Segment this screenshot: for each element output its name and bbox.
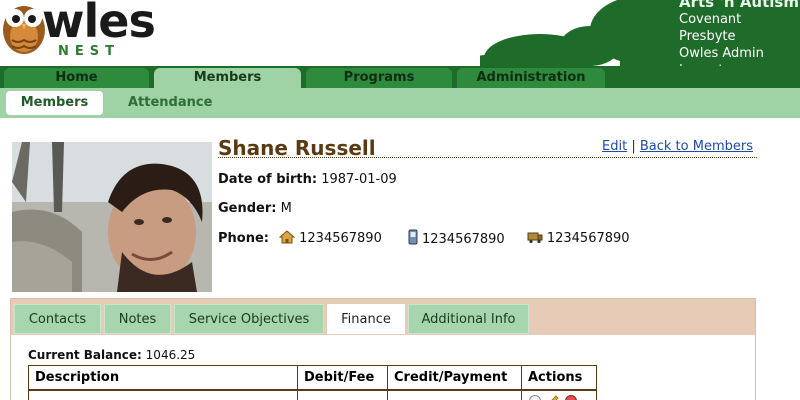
home-phone: 1234567890 bbox=[278, 230, 382, 246]
member-photo bbox=[12, 142, 212, 292]
tab-notes[interactable]: Notes bbox=[104, 304, 171, 334]
logo-subtext: NEST bbox=[58, 44, 120, 59]
table-cell bbox=[297, 389, 388, 400]
work-phone-icon bbox=[527, 232, 543, 244]
mobile-phone-icon bbox=[408, 229, 418, 245]
phone-field: Phone: 1234567890 1234567890 1234567890 bbox=[218, 229, 644, 247]
panel-tab-bar: Contacts Notes Service Objectives Financ… bbox=[11, 299, 755, 335]
owles-nest-logo[interactable]: wles NEST bbox=[0, 0, 170, 64]
home-phone-number: 1234567890 bbox=[299, 231, 382, 246]
header: wles NEST Arts 'n Autism Covenant Presby… bbox=[0, 0, 800, 78]
phone-label: Phone: bbox=[218, 230, 269, 246]
gender-label: Gender: bbox=[218, 201, 277, 216]
back-to-members-link[interactable]: Back to Members bbox=[640, 139, 753, 154]
balance-label: Current Balance: bbox=[28, 348, 142, 362]
organization-name: Arts 'n Autism bbox=[679, 0, 799, 11]
main-tab-programs[interactable]: Programs bbox=[306, 68, 452, 88]
main-nav: Home Members Programs Administration bbox=[0, 66, 800, 88]
gender-value: M bbox=[280, 201, 292, 216]
sub-tab-attendance[interactable]: Attendance bbox=[128, 91, 212, 115]
sub-nav: Members Attendance bbox=[0, 88, 800, 118]
table-cell bbox=[28, 389, 298, 400]
logo-text: wles bbox=[42, 0, 156, 48]
dob-field: Date of birth: 1987-01-09 bbox=[218, 172, 397, 187]
dob-label: Date of birth: bbox=[218, 172, 318, 187]
table-row bbox=[28, 389, 597, 400]
column-header-debit-fee: Debit/Fee bbox=[297, 365, 388, 391]
sub-tab-members[interactable]: Members bbox=[6, 91, 103, 115]
name-divider bbox=[218, 157, 757, 158]
user-name: Owles Admin bbox=[679, 46, 764, 61]
gender-field: Gender: M bbox=[218, 201, 292, 216]
tab-service-objectives[interactable]: Service Objectives bbox=[174, 304, 324, 334]
home-phone-icon bbox=[278, 230, 296, 244]
finance-table: Description Debit/Fee Credit/Payment Act… bbox=[28, 365, 597, 400]
column-header-description: Description bbox=[28, 365, 298, 391]
delete-icon[interactable] bbox=[564, 394, 578, 400]
main-tab-home[interactable]: Home bbox=[4, 68, 149, 88]
table-cell bbox=[387, 389, 522, 400]
tab-contacts[interactable]: Contacts bbox=[14, 304, 101, 334]
current-balance: Current Balance: 1046.25 bbox=[28, 348, 195, 362]
view-icon[interactable] bbox=[528, 394, 542, 400]
mobile-phone: 1234567890 bbox=[408, 229, 505, 247]
dob-value: 1987-01-09 bbox=[321, 172, 397, 187]
edit-link[interactable]: Edit bbox=[602, 139, 627, 154]
column-header-actions: Actions bbox=[521, 365, 597, 391]
column-header-credit-payment: Credit/Payment bbox=[387, 365, 522, 391]
mobile-phone-number: 1234567890 bbox=[421, 232, 505, 247]
link-separator: | bbox=[631, 139, 636, 154]
profile-actions: Edit | Back to Members bbox=[602, 139, 753, 154]
table-cell-actions bbox=[521, 389, 597, 400]
work-phone-number: 1234567890 bbox=[546, 231, 630, 246]
tab-additional-info[interactable]: Additional Info bbox=[408, 304, 529, 334]
main-tab-administration[interactable]: Administration bbox=[457, 68, 605, 88]
tab-finance[interactable]: Finance bbox=[327, 304, 405, 334]
table-header-row: Description Debit/Fee Credit/Payment Act… bbox=[28, 365, 597, 391]
member-photo-image bbox=[12, 142, 212, 292]
organization-location: Covenant Presbyte bbox=[679, 12, 742, 44]
main-tab-members[interactable]: Members bbox=[154, 68, 301, 88]
edit-pencil-icon[interactable] bbox=[546, 394, 560, 400]
work-phone: 1234567890 bbox=[527, 230, 630, 246]
balance-value: 1046.25 bbox=[145, 348, 196, 362]
